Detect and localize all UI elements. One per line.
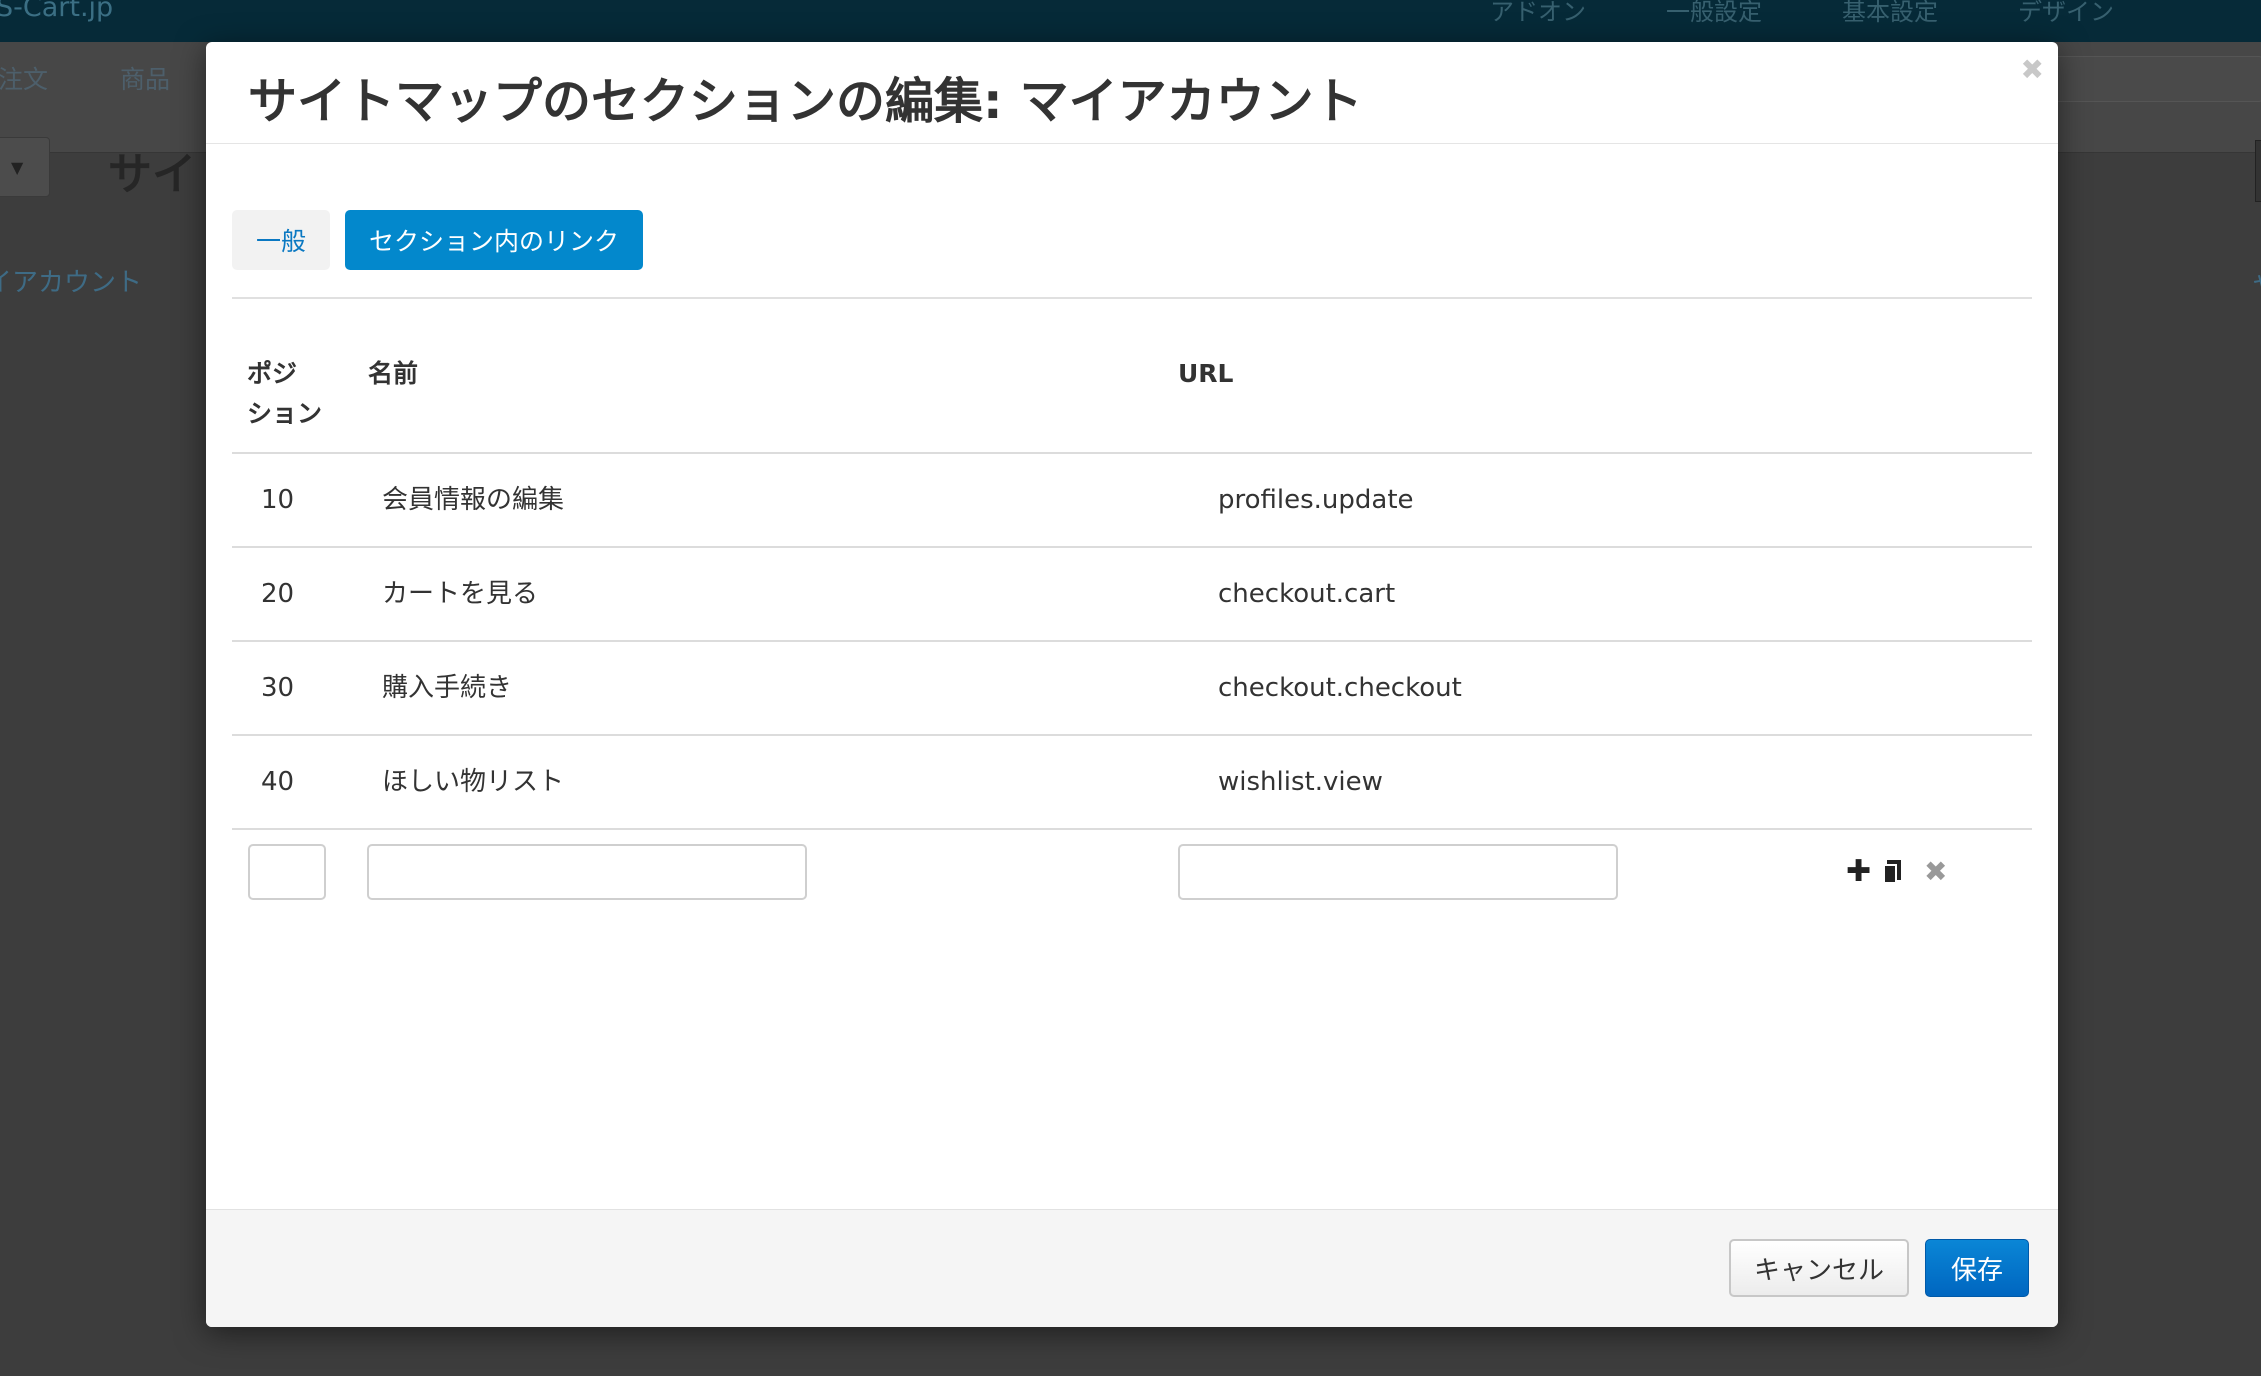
row-url: wishlist.view [1218, 767, 1383, 797]
cancel-button[interactable]: キャンセル [1729, 1239, 1909, 1297]
background-top-bar: S-Cart.jp アドオン 一般設定 基本設定 デザイン [0, 0, 2261, 42]
background-right-link: ャ [2250, 262, 2261, 299]
dialog-footer: キャンセル 保存 [206, 1209, 2058, 1327]
table-row[interactable]: 20 カートを見る checkout.cart [232, 548, 2032, 640]
row-url: checkout.checkout [1218, 673, 1462, 703]
save-button[interactable]: 保存 [1925, 1239, 2029, 1297]
tab-general[interactable]: 一般 [232, 210, 331, 270]
row-position: 10 [261, 485, 295, 515]
row-name: カートを見る [382, 579, 539, 609]
background-right-box [2255, 140, 2261, 202]
row-url: profiles.update [1218, 485, 1414, 515]
top-menu-basic: 基本設定 [1842, 0, 1938, 26]
clone-icon[interactable] [1883, 860, 1901, 884]
row-name: ほしい物リスト [382, 767, 565, 797]
brand-logo: S-Cart.jp [0, 0, 114, 23]
new-url-input[interactable] [1178, 844, 1618, 900]
main-menu: 注文 商品 [0, 60, 170, 96]
top-menu-design: デザイン [2018, 0, 2114, 26]
tabs-divider [232, 297, 2032, 299]
column-header-name: 名前 [368, 359, 419, 388]
row-name: 購入手続き [382, 673, 513, 703]
dialog-header: サイトマップのセクションの編集: マイアカウント ✖ [206, 42, 2058, 144]
row-position: 20 [261, 579, 295, 609]
table-row[interactable]: 30 購入手続き checkout.checkout [232, 642, 2032, 734]
new-position-input[interactable] [248, 844, 326, 900]
dialog-tabs: 一般 セクション内のリンク [232, 210, 644, 270]
row-position: 40 [261, 767, 295, 797]
row-divider [232, 828, 2032, 830]
top-menu-general: 一般設定 [1666, 0, 1762, 26]
background-search-box [2050, 56, 2261, 102]
menu-products: 商品 [120, 65, 171, 94]
table-row[interactable]: 10 会員情報の編集 profiles.update [232, 454, 2032, 546]
dialog-title: サイトマップのセクションの編集: マイアカウント [248, 73, 1363, 130]
background-page-title: サイ [108, 149, 196, 200]
tab-section-links[interactable]: セクション内のリンク [345, 210, 644, 270]
top-menu-addons: アドオン [1490, 0, 1586, 26]
column-header-position: ポジ ション [247, 354, 337, 434]
edit-section-dialog: サイトマップのセクションの編集: マイアカウント ✖ 一般 セクション内のリンク… [206, 42, 2058, 1327]
background-dropdown: ▼ [0, 137, 50, 197]
top-menu: アドオン 一般設定 基本設定 デザイン [1490, 0, 2114, 27]
column-header-position-line1: ポジ [247, 359, 298, 388]
row-position: 30 [261, 673, 295, 703]
remove-icon[interactable]: ✖ [1924, 857, 1947, 887]
table-row[interactable]: 40 ほしい物リスト wishlist.view [232, 736, 2032, 828]
background-breadcrumb: イアカウント [0, 268, 143, 298]
column-header-url: URL [1178, 359, 1234, 388]
close-icon[interactable]: ✖ [2021, 56, 2044, 84]
menu-orders: 注文 [0, 65, 49, 94]
row-name: 会員情報の編集 [382, 485, 565, 515]
column-header-position-line2: ション [247, 399, 323, 428]
caret-down-icon: ▼ [11, 158, 24, 177]
row-url: checkout.cart [1218, 579, 1396, 609]
plus-icon[interactable]: ✚ [1846, 857, 1871, 887]
new-name-input[interactable] [367, 844, 807, 900]
